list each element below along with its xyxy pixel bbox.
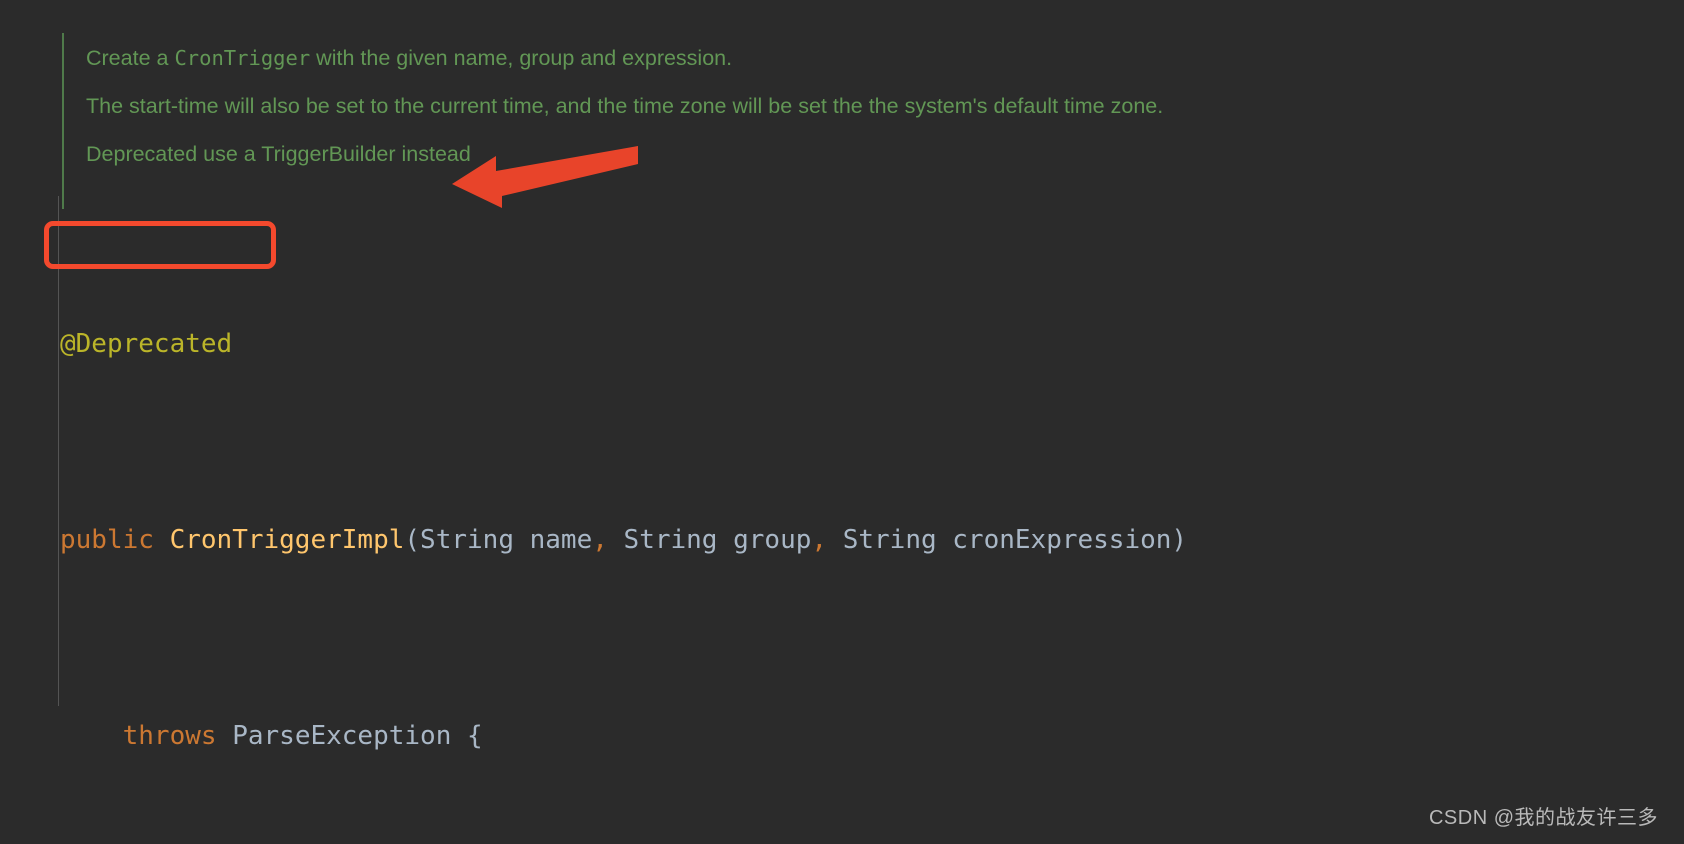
code-line-throws[interactable]: throws ParseException {	[60, 712, 1187, 761]
sig-param-1: String name	[420, 525, 593, 555]
method-name-crontriggerimpl: CronTriggerImpl	[169, 525, 405, 555]
code-editor-screenshot: Create a CronTrigger with the given name…	[0, 0, 1684, 844]
sig-open-paren: (	[404, 525, 421, 555]
sig-param-2: String group	[607, 525, 812, 555]
javadoc-p1-part2: with the given name, group and expressio…	[310, 46, 733, 70]
javadoc-p1-code: CronTrigger	[174, 46, 311, 70]
sig-comma-1: ,	[592, 525, 608, 555]
indent-guide-line	[58, 196, 59, 706]
javadoc-paragraph-1: Create a CronTrigger with the given name…	[86, 43, 1266, 73]
red-arrow-annotation-icon	[452, 146, 638, 208]
javadoc-comment-block: Create a CronTrigger with the given name…	[86, 43, 1266, 169]
keyword-throws: throws	[122, 721, 217, 751]
sig-comma-2: ,	[811, 525, 828, 555]
javadoc-guide-line	[62, 33, 64, 209]
javadoc-paragraph-2: The start-time will also be set to the c…	[86, 94, 1164, 118]
throws-exception-type: ParseException {	[216, 721, 483, 751]
watermark-text: CSDN @我的战友许三多	[1428, 807, 1658, 829]
sig-param-3: String cronExpression	[827, 525, 1172, 555]
code-line-annotation[interactable]: @Deprecated	[60, 320, 1187, 369]
sig-close-paren: )	[1171, 525, 1188, 555]
code-line-method-signature[interactable]: public CronTriggerImpl(String name, Stri…	[60, 516, 1187, 565]
throws-indent	[60, 721, 123, 751]
sig-space	[154, 525, 170, 555]
javadoc-p1-part1: Create a	[86, 46, 175, 70]
javadoc-paragraph-3-deprecated: Deprecated use a TriggerBuilder instead	[86, 142, 471, 166]
code-block[interactable]: @Deprecated public CronTriggerImpl(Strin…	[60, 222, 1187, 844]
keyword-public: public	[60, 525, 154, 555]
deprecated-annotation[interactable]: @Deprecated	[60, 329, 232, 359]
